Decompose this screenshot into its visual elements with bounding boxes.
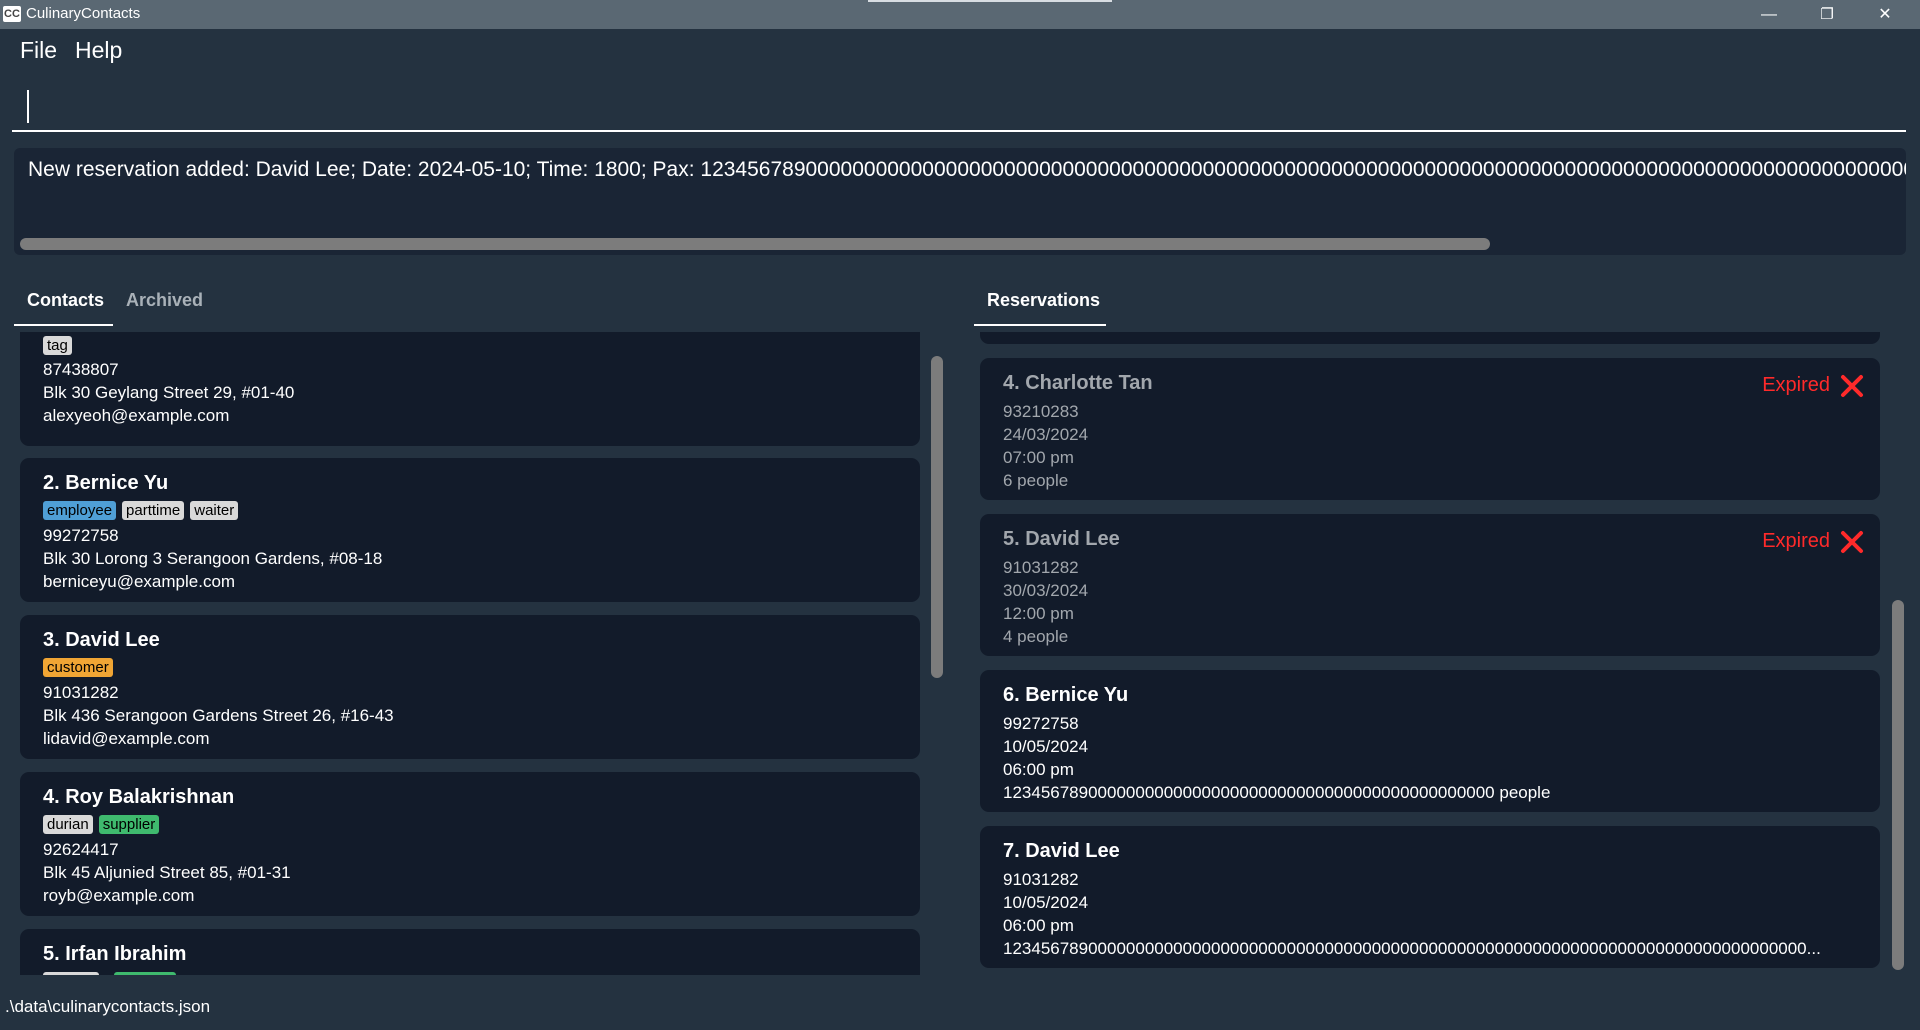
tag-badge: waiter [190, 501, 239, 520]
contact-card[interactable]: 4. Roy Balakrishnan durian supplier 92624… [20, 772, 920, 916]
reservation-pax: 6 people [1003, 471, 1069, 490]
expired-x-icon [1841, 375, 1863, 397]
reservation-name: 7. David Lee [1003, 840, 1120, 862]
reservation-card[interactable] [980, 332, 1880, 344]
expired-x-icon [1841, 531, 1863, 553]
title-bar: CC CulinaryContacts — ❐ ✕ [0, 0, 1920, 29]
contacts-tab-underline [14, 324, 113, 326]
tag-badge [114, 972, 176, 975]
tab-archived[interactable]: Archived [126, 290, 203, 323]
reservation-time: 06:00 pm [1003, 916, 1074, 935]
tag-badge: customer [43, 658, 113, 677]
reservation-date: 30/03/2024 [1003, 581, 1089, 600]
contact-name: 3. David Lee [43, 629, 160, 651]
minimize-button[interactable]: — [1740, 0, 1798, 29]
contact-name: 4. Roy Balakrishnan [43, 786, 235, 808]
reservation-date: 10/05/2024 [1003, 893, 1089, 912]
contact-tags: tag [43, 336, 78, 355]
reservation-phone: 91031282 [1003, 870, 1079, 889]
contact-card[interactable]: 5. Irfan Ibrahim [20, 929, 920, 975]
status-bar: .\data\culinarycontacts.json [0, 993, 1920, 1020]
contact-name: 2. Bernice Yu [43, 472, 169, 494]
contact-address: Blk 30 Geylang Street 29, #01-40 [43, 383, 295, 402]
reservation-pax: 1234567890000000000000000000000000000000… [1003, 939, 1821, 958]
reservation-list-scrollbar[interactable] [1892, 600, 1904, 970]
reservation-list: 4. Charlotte Tan Expired 93210283 24/03/… [974, 332, 1896, 975]
tag-badge [43, 972, 99, 975]
contact-list-scrollbar[interactable] [931, 356, 943, 678]
menu-file[interactable]: File [20, 37, 57, 64]
command-input[interactable] [12, 82, 1906, 132]
reservation-time: 06:00 pm [1003, 760, 1074, 779]
contact-name: 5. Irfan Ibrahim [43, 943, 187, 965]
contact-email: alexyeoh@example.com [43, 406, 230, 425]
contact-address: Blk 436 Serangoon Gardens Street 26, #16… [43, 706, 394, 725]
reservations-tab-underline [974, 324, 1106, 326]
reservation-phone: 91031282 [1003, 558, 1079, 577]
text-caret [27, 90, 29, 123]
contact-email: royb@example.com [43, 886, 195, 905]
reservation-card[interactable]: 4. Charlotte Tan Expired 93210283 24/03/… [980, 358, 1880, 500]
result-message: New reservation added: David Lee; Date: … [28, 158, 1906, 181]
title-indicator [868, 0, 1112, 2]
contact-email: berniceyu@example.com [43, 572, 236, 591]
contact-tags: employee parttime waiter [43, 501, 244, 520]
reservation-pax: 1234567890000000000000000000000000000000… [1003, 783, 1551, 802]
contact-phone: 91031282 [43, 683, 119, 702]
contact-email: lidavid@example.com [43, 729, 210, 748]
contact-card[interactable]: 3. David Lee customer 91031282 Blk 436 S… [20, 615, 920, 759]
tab-contacts[interactable]: Contacts [27, 290, 104, 323]
tag-badge: tag [43, 336, 72, 355]
contact-phone: 99272758 [43, 526, 119, 545]
close-button[interactable]: ✕ [1856, 0, 1914, 29]
reservation-card[interactable]: 7. David Lee 91031282 10/05/2024 06:00 p… [980, 826, 1880, 968]
expired-label: Expired [1762, 374, 1830, 396]
tag-badge: durian [43, 815, 93, 834]
reservation-date: 10/05/2024 [1003, 737, 1089, 756]
reservation-name: 5. David Lee [1003, 528, 1120, 550]
menu-help[interactable]: Help [75, 37, 122, 64]
tag-badge: employee [43, 501, 117, 520]
tag-badge: parttime [122, 501, 185, 520]
reservation-pax: 4 people [1003, 627, 1069, 646]
reservation-time: 12:00 pm [1003, 604, 1074, 623]
maximize-button[interactable]: ❐ [1798, 0, 1856, 29]
expired-label: Expired [1762, 530, 1830, 552]
window-title: CulinaryContacts [26, 5, 141, 22]
reservation-card[interactable]: 5. David Lee Expired 91031282 30/03/2024… [980, 514, 1880, 656]
reservation-name: 4. Charlotte Tan [1003, 372, 1153, 394]
contact-card[interactable]: tag 87438807 Blk 30 Geylang Street 29, #… [20, 332, 920, 446]
tab-reservations[interactable]: Reservations [987, 290, 1100, 323]
contact-card[interactable]: 2. Bernice Yu employee parttime waiter 992… [20, 458, 920, 602]
result-display: New reservation added: David Lee; Date: … [14, 148, 1906, 255]
contact-address: Blk 45 Aljunied Street 85, #01-31 [43, 863, 291, 882]
reservation-date: 24/03/2024 [1003, 425, 1089, 444]
data-file-path: .\data\culinarycontacts.json [5, 997, 211, 1016]
contact-tags: customer [43, 658, 119, 677]
result-horizontal-scrollbar[interactable] [20, 238, 1490, 250]
reservation-phone: 99272758 [1003, 714, 1079, 733]
app-logo-icon: CC [3, 6, 21, 22]
tag-badge: supplier [98, 815, 160, 834]
contact-tags: durian supplier [43, 815, 165, 834]
contact-phone: 92624417 [43, 840, 119, 859]
reservation-card[interactable]: 6. Bernice Yu 99272758 10/05/2024 06:00 … [980, 670, 1880, 812]
reservation-time: 07:00 pm [1003, 448, 1074, 467]
contact-phone: 87438807 [43, 360, 119, 379]
menu-bar: File Help [0, 29, 1920, 75]
contact-address: Blk 30 Lorong 3 Serangoon Gardens, #08-1… [43, 549, 383, 568]
reservation-phone: 93210283 [1003, 402, 1079, 421]
contact-list: tag 87438807 Blk 30 Geylang Street 29, #… [14, 332, 934, 975]
reservation-name: 6. Bernice Yu [1003, 684, 1129, 706]
